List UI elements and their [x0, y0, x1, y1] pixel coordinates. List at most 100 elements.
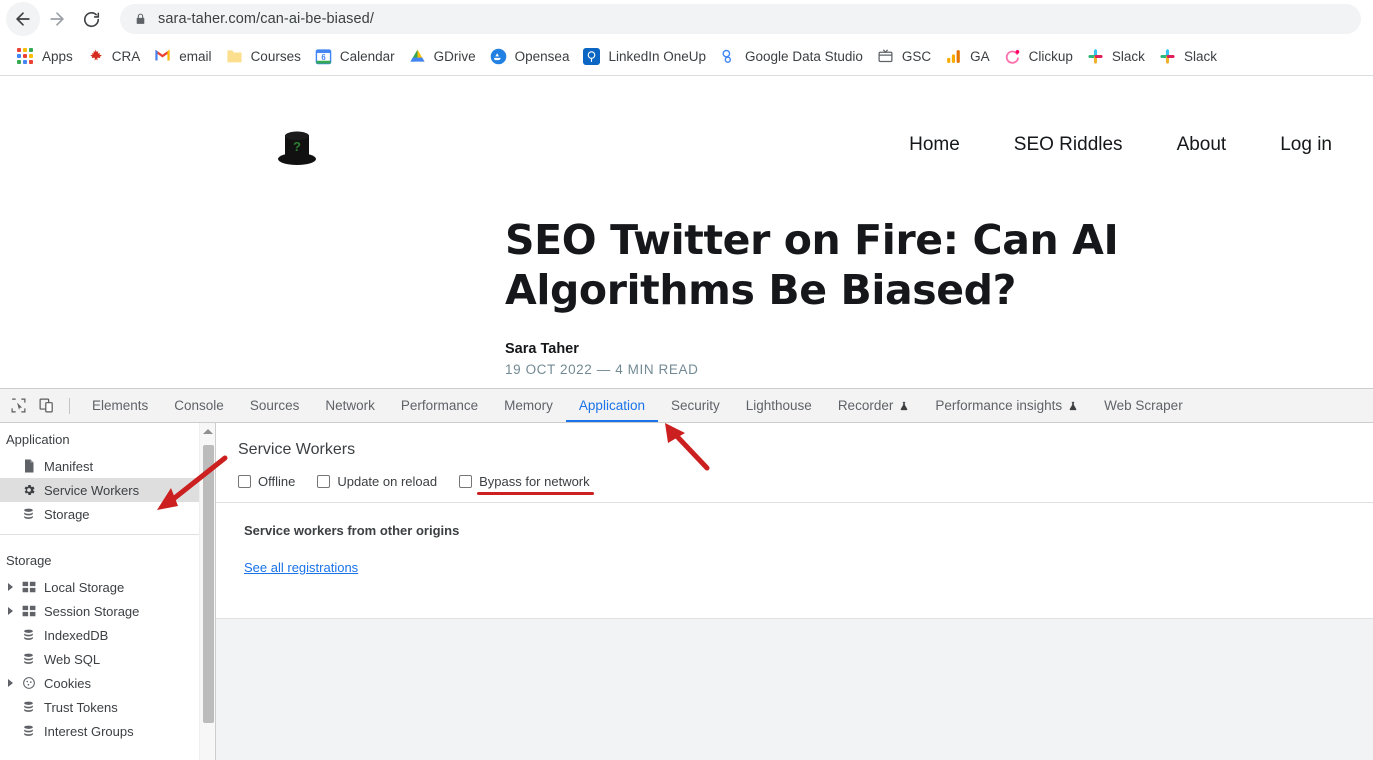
- tab-elements[interactable]: Elements: [79, 389, 161, 422]
- bookmark-label: Clickup: [1029, 49, 1073, 64]
- sidebar-item-web-sql[interactable]: Web SQL: [0, 647, 199, 671]
- chevron-right-icon[interactable]: [8, 607, 13, 615]
- see-all-registrations-link[interactable]: See all registrations: [216, 538, 358, 575]
- tab-label: Performance insights: [935, 389, 1062, 422]
- sidebar-item-manifest[interactable]: Manifest: [0, 454, 199, 478]
- top-hat-icon[interactable]: ?: [275, 126, 319, 168]
- sidebar-item-label: Cookies: [44, 676, 91, 691]
- chevron-right-icon[interactable]: [8, 679, 13, 687]
- tab-sources[interactable]: Sources: [237, 389, 313, 422]
- reload-button[interactable]: [74, 2, 108, 36]
- sidebar-item-indexeddb[interactable]: IndexedDB: [0, 623, 199, 647]
- sidebar-item-label: Service Workers: [44, 483, 139, 498]
- bookmark-label: GA: [970, 49, 990, 64]
- devtools-tool-icons: [0, 392, 79, 420]
- table-icon: [20, 581, 37, 593]
- tab-security[interactable]: Security: [658, 389, 733, 422]
- bookmark-slack-1[interactable]: Slack: [1080, 44, 1152, 70]
- checkbox-offline[interactable]: Offline: [238, 474, 295, 489]
- nav-link-log-in[interactable]: Log in: [1253, 128, 1359, 162]
- bookmark-gdrive[interactable]: GDrive: [402, 44, 483, 70]
- checkbox-box[interactable]: [238, 475, 251, 488]
- sidebar-item-session-storage[interactable]: Session Storage: [0, 599, 199, 623]
- checkbox-box[interactable]: [459, 475, 472, 488]
- bookmark-slack-2[interactable]: Slack: [1152, 44, 1224, 70]
- clickup-icon: [1004, 48, 1021, 65]
- sidebar-item-label: Interest Groups: [44, 724, 134, 739]
- checkbox-box[interactable]: [317, 475, 330, 488]
- chevron-right-icon[interactable]: [8, 583, 13, 591]
- sidebar-item-cookies[interactable]: Cookies: [0, 671, 199, 695]
- beaker-icon: [899, 400, 909, 412]
- lock-icon: [134, 12, 147, 26]
- cookie-icon: [20, 676, 37, 690]
- sidebar-item-interest-groups[interactable]: Interest Groups: [0, 719, 199, 743]
- bookmark-label: Slack: [1184, 49, 1217, 64]
- url-text: sara-taher.com/can-ai-be-biased/: [158, 11, 374, 27]
- checkbox-label: Update on reload: [337, 474, 437, 489]
- sidebar-item-trust-tokens[interactable]: Trust Tokens: [0, 695, 199, 719]
- sidebar-item-storage[interactable]: Storage: [0, 502, 199, 526]
- bookmark-clickup[interactable]: Clickup: [997, 44, 1080, 70]
- bookmark-label: LinkedIn OneUp: [608, 49, 706, 64]
- tab-recorder[interactable]: Recorder: [825, 389, 923, 422]
- service-workers-heading: Service Workers: [216, 423, 1373, 459]
- sidebar-item-service-workers[interactable]: Service Workers: [0, 478, 199, 502]
- bookmark-label: Google Data Studio: [745, 49, 863, 64]
- tab-performance[interactable]: Performance: [388, 389, 491, 422]
- bookmark-gsc[interactable]: GSC: [870, 44, 938, 70]
- bookmark-linkedin-oneup[interactable]: LinkedIn OneUp: [576, 44, 713, 70]
- article-header: SEO Twitter on Fire: Can AI Algorithms B…: [505, 216, 1305, 377]
- database-icon: [20, 507, 37, 521]
- data-studio-icon: [720, 48, 737, 65]
- gear-icon: [20, 483, 37, 497]
- nav-link-seo-riddles[interactable]: SEO Riddles: [987, 128, 1150, 162]
- beaker-icon: [1068, 400, 1078, 412]
- nav-link-home[interactable]: Home: [882, 128, 987, 162]
- checkbox-update-on-reload[interactable]: Update on reload: [317, 474, 437, 489]
- tab-label: Network: [325, 389, 375, 422]
- browser-chrome: sara-taher.com/can-ai-be-biased/ Apps CR…: [0, 0, 1373, 76]
- bookmark-email[interactable]: email: [147, 44, 218, 70]
- tab-lighthouse[interactable]: Lighthouse: [733, 389, 825, 422]
- google-analytics-icon: [945, 48, 962, 65]
- bookmark-opensea[interactable]: Opensea: [483, 44, 577, 70]
- service-workers-pane: Service Workers Offline Update on reload…: [216, 423, 1373, 760]
- bookmark-courses[interactable]: Courses: [219, 44, 308, 70]
- reload-icon: [82, 10, 101, 29]
- tab-application[interactable]: Application: [566, 389, 658, 422]
- google-calendar-icon: 6: [315, 48, 332, 65]
- tab-label: Elements: [92, 389, 148, 422]
- device-toolbar-icon[interactable]: [32, 392, 60, 420]
- linkedin-icon: [583, 48, 600, 65]
- tab-label: Security: [671, 389, 720, 422]
- back-button[interactable]: [6, 2, 40, 36]
- bookmark-label: GDrive: [434, 49, 476, 64]
- nav-link-about[interactable]: About: [1150, 128, 1254, 162]
- bookmark-calendar[interactable]: 6 Calendar: [308, 44, 402, 70]
- sidebar-item-local-storage[interactable]: Local Storage: [0, 575, 199, 599]
- address-bar[interactable]: sara-taher.com/can-ai-be-biased/: [120, 4, 1361, 34]
- bookmark-ga[interactable]: GA: [938, 44, 997, 70]
- maple-leaf-icon: [87, 48, 104, 65]
- scrollbar-thumb[interactable]: [203, 445, 214, 723]
- folder-icon: [226, 48, 243, 65]
- scroll-up-arrow-icon[interactable]: [200, 423, 215, 440]
- bookmark-google-data-studio[interactable]: Google Data Studio: [713, 44, 870, 70]
- bookmark-cra[interactable]: CRA: [80, 44, 148, 70]
- arrow-left-icon: [13, 9, 33, 29]
- search-console-icon: [877, 48, 894, 65]
- checkbox-label: Bypass for network: [479, 474, 590, 489]
- tab-label: Application: [579, 389, 645, 422]
- tab-web-scraper[interactable]: Web Scraper: [1091, 389, 1196, 422]
- tab-memory[interactable]: Memory: [491, 389, 566, 422]
- checkbox-bypass-for-network[interactable]: Bypass for network: [459, 474, 590, 489]
- sidebar-scrollbar[interactable]: [199, 423, 215, 760]
- inspect-element-icon[interactable]: [4, 392, 32, 420]
- forward-button[interactable]: [40, 2, 74, 36]
- tab-performance-insights[interactable]: Performance insights: [922, 389, 1091, 422]
- tab-network[interactable]: Network: [312, 389, 388, 422]
- bookmark-apps[interactable]: Apps: [10, 44, 80, 70]
- sidebar-item-label: Storage: [44, 507, 90, 522]
- tab-console[interactable]: Console: [161, 389, 237, 422]
